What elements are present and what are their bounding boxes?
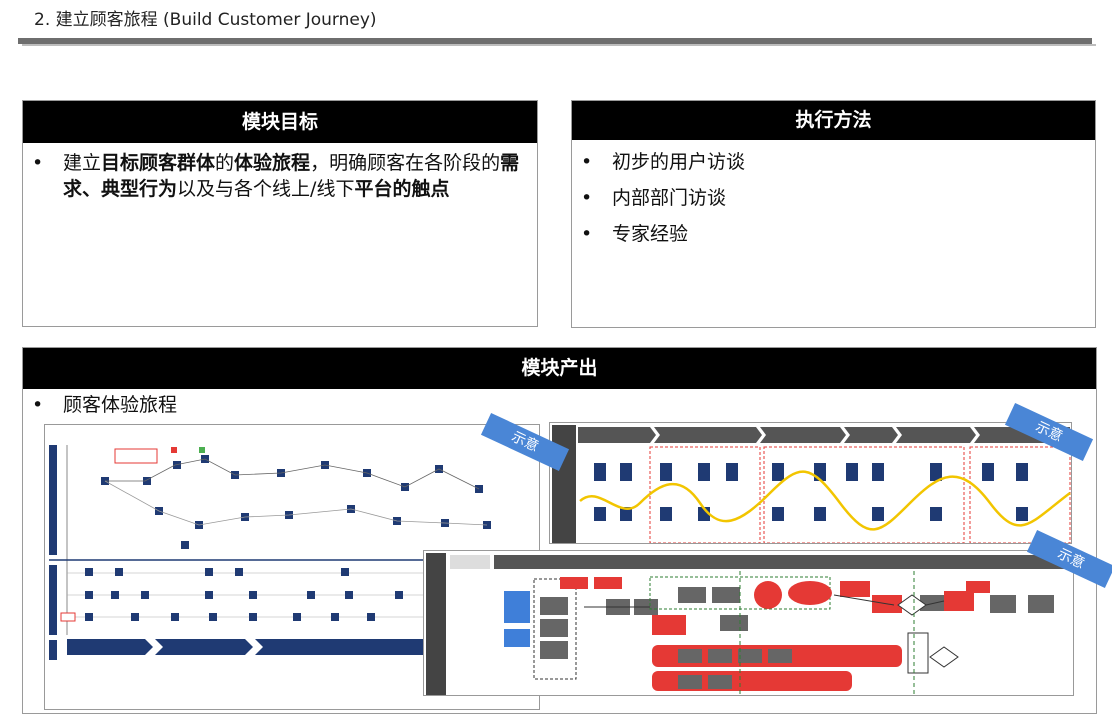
method-item-user-interview: 初步的用户访谈 [572, 144, 1095, 180]
execution-method-list: 初步的用户访谈 内部部门访谈 专家经验 [572, 144, 1095, 252]
goal-bullet-segment: 的 [215, 152, 235, 174]
journey-map-3-graphic [424, 551, 1073, 695]
goal-bullet-segment: 建立 [63, 152, 102, 174]
page-title: 2. 建立顾客旅程 (Build Customer Journey) [34, 10, 377, 30]
module-goal-bullet: 建立目标顾客群体的体验旅程，明确顾客在各阶段的需求、典型行为以及与各个线上/线下… [23, 150, 537, 202]
journey-map-thumbnail-3 [423, 550, 1074, 696]
goal-bullet-segment: 目标顾客群体 [101, 152, 216, 174]
goal-bullet-segment: ，明确顾客在各阶段的 [310, 152, 501, 174]
execution-method-heading: 执行方法 [572, 101, 1095, 140]
module-goal-heading: 模块目标 [23, 101, 537, 143]
goal-bullet-segment: 平台的触点 [354, 178, 450, 200]
method-item-internal-interview: 内部部门访谈 [572, 180, 1095, 216]
title-divider-shadow [22, 44, 1096, 46]
output-item-journey: 顾客体验旅程 [23, 392, 1096, 418]
goal-bullet-segment: 体验旅程 [234, 152, 311, 174]
execution-method-box: 执行方法 初步的用户访谈 内部部门访谈 专家经验 [571, 100, 1096, 328]
module-goal-box: 模块目标 建立目标顾客群体的体验旅程，明确顾客在各阶段的需求、典型行为以及与各个… [22, 100, 538, 327]
module-goal-list: 建立目标顾客群体的体验旅程，明确顾客在各阶段的需求、典型行为以及与各个线上/线下… [23, 150, 537, 202]
module-output-heading: 模块产出 [23, 348, 1096, 389]
goal-bullet-segment: 以及与各个线上/线下 [177, 178, 355, 200]
module-output-list: 顾客体验旅程 [23, 392, 1096, 418]
journey-map-2-graphic [550, 423, 1071, 543]
journey-map-thumbnail-2 [549, 422, 1072, 544]
goal-bullet-segment: 典型行为 [101, 178, 178, 200]
method-item-expert-experience: 专家经验 [572, 216, 1095, 252]
goal-bullet-segment: 、 [82, 178, 102, 200]
